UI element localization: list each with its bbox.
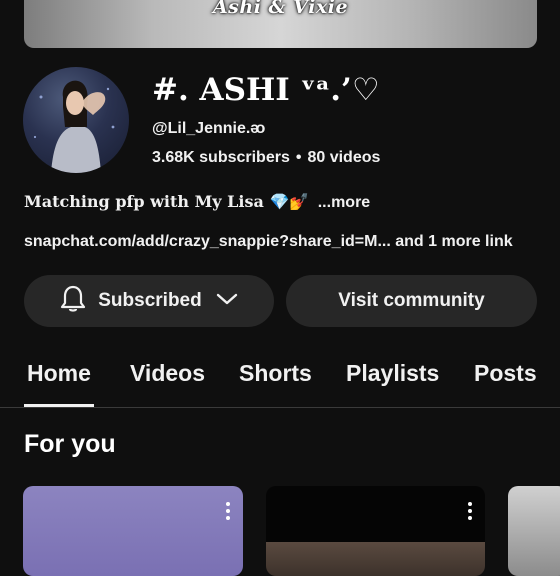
banner-text: Ashi & Vixie bbox=[212, 0, 349, 18]
channel-stats: 3.68K subscribers • 80 videos bbox=[152, 149, 380, 167]
tab-home[interactable]: Home bbox=[27, 360, 91, 387]
video-thumbnail bbox=[266, 542, 485, 576]
avatar-image bbox=[33, 80, 115, 173]
chevron-down-icon bbox=[216, 290, 238, 312]
channel-avatar[interactable] bbox=[23, 67, 129, 173]
tab-playlists[interactable]: Playlists bbox=[346, 360, 439, 387]
tabs-divider bbox=[0, 407, 560, 408]
tab-videos[interactable]: Videos bbox=[130, 360, 205, 387]
channel-description[interactable]: Matching pfp with My Lisa 💎💅 ...more bbox=[24, 192, 370, 212]
channel-links[interactable]: snapchat.com/add/crazy_snappie?share_id=… bbox=[24, 233, 513, 251]
stats-separator: • bbox=[295, 149, 302, 166]
channel-banner: Ashi & Vixie bbox=[24, 0, 537, 48]
video-card[interactable] bbox=[508, 486, 560, 576]
video-card[interactable] bbox=[23, 486, 243, 576]
description-text: Matching pfp with My Lisa 💎💅 bbox=[24, 192, 310, 211]
subscriber-count: 3.68K subscribers bbox=[152, 149, 290, 166]
tab-shorts[interactable]: Shorts bbox=[239, 360, 312, 387]
more-vertical-icon[interactable] bbox=[467, 502, 473, 522]
more-link[interactable]: ...more bbox=[318, 194, 370, 211]
tab-posts[interactable]: Posts bbox=[474, 360, 537, 387]
video-count: 80 videos bbox=[307, 149, 381, 166]
section-title: For you bbox=[24, 430, 116, 458]
channel-name: #. ASHI ᵛᵃ.’♡ bbox=[152, 72, 380, 108]
bell-icon bbox=[60, 284, 86, 318]
visit-community-button[interactable]: Visit community bbox=[286, 275, 537, 327]
more-vertical-icon[interactable] bbox=[225, 502, 231, 522]
video-card[interactable] bbox=[266, 486, 485, 576]
channel-tabs: Home Videos Shorts Playlists Posts bbox=[0, 352, 560, 408]
subscribed-button[interactable]: Subscribed bbox=[24, 275, 274, 327]
subscribed-label: Subscribed bbox=[98, 290, 202, 311]
channel-handle: @Lil_Jennie.ᴔ bbox=[152, 120, 266, 137]
